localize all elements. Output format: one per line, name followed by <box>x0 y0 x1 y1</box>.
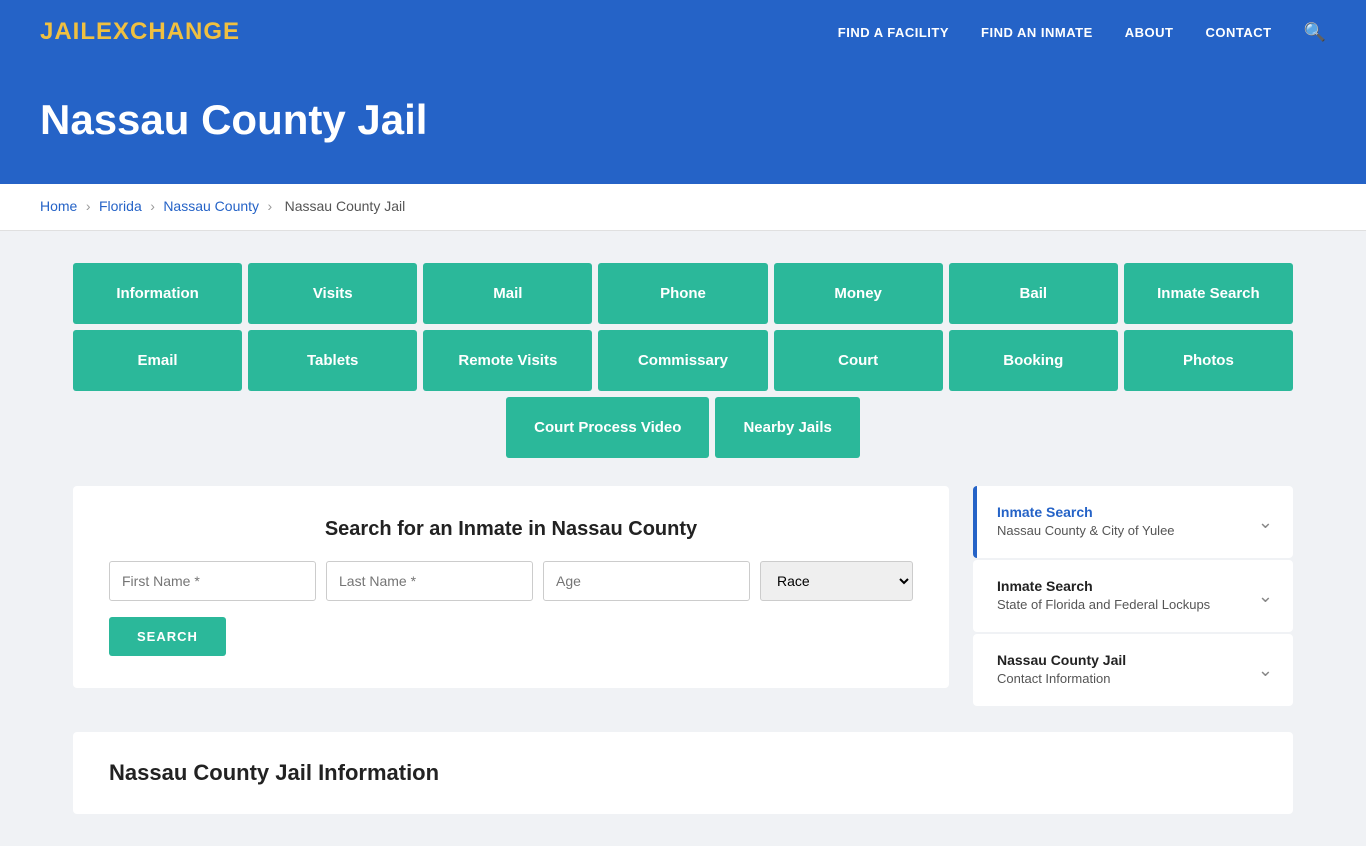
nav-links: FIND A FACILITY FIND AN INMATE ABOUT CON… <box>838 22 1326 43</box>
btn-booking[interactable]: Booking <box>949 330 1118 391</box>
btn-remote-visits[interactable]: Remote Visits <box>423 330 592 391</box>
sidebar-card-text-3: Nassau County Jail Contact Information <box>997 652 1126 688</box>
breadcrumb-current: Nassau County Jail <box>285 198 406 214</box>
sidebar-card-inner-2[interactable]: Inmate Search State of Florida and Feder… <box>977 560 1293 632</box>
btn-information[interactable]: Information <box>73 263 242 324</box>
btn-phone[interactable]: Phone <box>598 263 767 324</box>
site-logo[interactable]: JAILEXCHANGE <box>40 18 240 46</box>
logo-main: JAIL <box>40 18 96 45</box>
info-section: Nassau County Jail Information <box>73 732 1293 814</box>
sidebar-card-inner-3[interactable]: Nassau County Jail Contact Information ⌄ <box>977 634 1293 706</box>
nav-contact[interactable]: CONTACT <box>1205 25 1271 40</box>
breadcrumb-sep-1: › <box>86 198 91 214</box>
breadcrumb-nassau-county[interactable]: Nassau County <box>163 198 259 214</box>
lower-section: Search for an Inmate in Nassau County Ra… <box>73 486 1293 708</box>
btn-inmate-search[interactable]: Inmate Search <box>1124 263 1293 324</box>
search-title: Search for an Inmate in Nassau County <box>109 518 913 541</box>
inmate-search-box: Search for an Inmate in Nassau County Ra… <box>73 486 949 688</box>
sidebar-card-title-3: Nassau County Jail <box>997 652 1126 668</box>
sidebar-card-text-2: Inmate Search State of Florida and Feder… <box>997 578 1210 614</box>
nav-find-inmate[interactable]: FIND AN INMATE <box>981 25 1093 40</box>
btn-nearby-jails[interactable]: Nearby Jails <box>715 397 859 458</box>
breadcrumb-sep-3: › <box>267 198 272 214</box>
navbar: JAILEXCHANGE FIND A FACILITY FIND AN INM… <box>0 0 1366 64</box>
last-name-input[interactable] <box>326 561 533 601</box>
btn-bail[interactable]: Bail <box>949 263 1118 324</box>
sidebar-card-text-1: Inmate Search Nassau County & City of Yu… <box>997 504 1175 540</box>
search-icon[interactable]: 🔍 <box>1304 22 1326 43</box>
info-section-title: Nassau County Jail Information <box>109 760 1257 786</box>
chevron-down-icon-3: ⌄ <box>1258 660 1273 681</box>
button-row-2: Email Tablets Remote Visits Commissary C… <box>73 330 1293 391</box>
breadcrumb-home[interactable]: Home <box>40 198 77 214</box>
first-name-input[interactable] <box>109 561 316 601</box>
btn-court-process-video[interactable]: Court Process Video <box>506 397 709 458</box>
sidebar-card-inmate-florida[interactable]: Inmate Search State of Florida and Feder… <box>973 560 1293 632</box>
btn-photos[interactable]: Photos <box>1124 330 1293 391</box>
btn-court[interactable]: Court <box>774 330 943 391</box>
logo-accent: EXCHANGE <box>96 18 240 45</box>
breadcrumb: Home › Florida › Nassau County › Nassau … <box>0 184 1366 231</box>
btn-visits[interactable]: Visits <box>248 263 417 324</box>
breadcrumb-florida[interactable]: Florida <box>99 198 142 214</box>
search-button[interactable]: SEARCH <box>109 617 226 656</box>
sidebar: Inmate Search Nassau County & City of Yu… <box>973 486 1293 708</box>
hero-banner: Nassau County Jail <box>0 64 1366 184</box>
button-row-3: Court Process Video Nearby Jails <box>73 397 1293 458</box>
btn-money[interactable]: Money <box>774 263 943 324</box>
sidebar-card-contact[interactable]: Nassau County Jail Contact Information ⌄ <box>973 634 1293 706</box>
nav-about[interactable]: ABOUT <box>1125 25 1174 40</box>
chevron-down-icon-1: ⌄ <box>1258 512 1273 533</box>
sidebar-card-subtitle-2: State of Florida and Federal Lockups <box>997 597 1210 612</box>
sidebar-card-subtitle-3: Contact Information <box>997 671 1110 686</box>
btn-tablets[interactable]: Tablets <box>248 330 417 391</box>
btn-commissary[interactable]: Commissary <box>598 330 767 391</box>
nav-find-facility[interactable]: FIND A FACILITY <box>838 25 949 40</box>
page-title: Nassau County Jail <box>40 96 1326 144</box>
sidebar-card-title-1: Inmate Search <box>997 504 1175 520</box>
breadcrumb-sep-2: › <box>150 198 155 214</box>
page-body: Information Visits Mail Phone Money Bail… <box>33 231 1333 846</box>
age-input[interactable] <box>543 561 750 601</box>
btn-email[interactable]: Email <box>73 330 242 391</box>
btn-mail[interactable]: Mail <box>423 263 592 324</box>
sidebar-card-subtitle-1: Nassau County & City of Yulee <box>997 523 1175 538</box>
chevron-down-icon-2: ⌄ <box>1258 586 1273 607</box>
sidebar-card-title-2: Inmate Search <box>997 578 1210 594</box>
sidebar-card-inner-1[interactable]: Inmate Search Nassau County & City of Yu… <box>977 486 1293 558</box>
search-inputs: Race White Black Hispanic Asian Other <box>109 561 913 601</box>
sidebar-card-inmate-nassau[interactable]: Inmate Search Nassau County & City of Yu… <box>973 486 1293 558</box>
button-row-1: Information Visits Mail Phone Money Bail… <box>73 263 1293 324</box>
race-select[interactable]: Race White Black Hispanic Asian Other <box>760 561 913 601</box>
